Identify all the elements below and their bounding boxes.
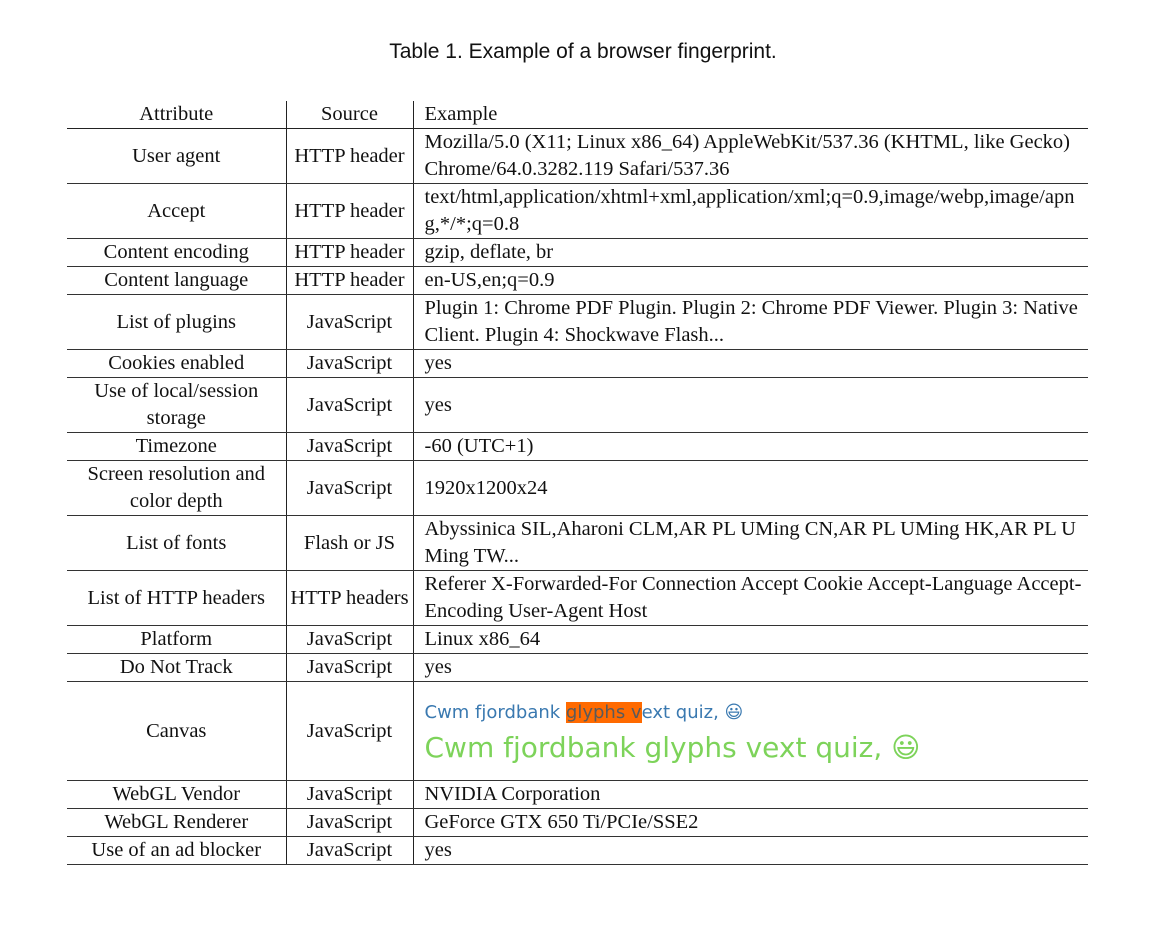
attribute-cell: List of plugins [67,294,287,350]
table-row: Use of local/session storage JavaScript ye… [67,377,1088,433]
attribute-cell: Do Not Track [67,653,287,682]
attribute-cell: Use of local/session storage [67,377,287,433]
attribute-cell: User agent [67,128,287,184]
table-row: Platform JavaScript Linux x86_64 [67,625,1088,654]
header-example: Example [413,101,1088,129]
source-cell: JavaScript [286,377,414,433]
fingerprint-table: Attribute Source Example User agent HTTP … [67,101,1088,865]
table-row: Content encoding HTTP header gzip, deflate… [67,238,1088,267]
canvas-text-small-end: ext quiz, 😃 [641,702,744,723]
table-row: WebGL Renderer JavaScript GeForce GTX 650 … [67,808,1088,837]
table-row: User agent HTTP header Mozilla/5.0 (X11; L… [67,128,1088,184]
table-row: List of HTTP headers HTTP headers Referer … [67,570,1088,626]
table-row: Use of an ad blocker JavaScript yes [67,836,1088,865]
table-row-canvas: Canvas JavaScript Cwm fjordbank glyphs v… [67,681,1088,781]
example-cell: Mozilla/5.0 (X11; Linux x86_64) AppleWeb… [413,128,1088,184]
table-row: Do Not Track JavaScript yes [67,653,1088,682]
example-cell: Abyssinica SIL,Aharoni CLM,AR PL UMing C… [413,515,1088,571]
source-cell: HTTP header [286,238,414,267]
table-row: Screen resolution and color depth JavaScr… [67,460,1088,516]
example-cell: NVIDIA Corporation [413,780,1088,809]
table-body: User agent HTTP header Mozilla/5.0 (X11; L… [67,128,1088,865]
source-cell: JavaScript [286,349,414,378]
example-cell: GeForce GTX 650 Ti/PCIe/SSE2 [413,808,1088,837]
example-cell: text/html,application/xhtml+xml,applicat… [413,183,1088,239]
header-source: Source [286,101,414,129]
source-cell: JavaScript [286,294,414,350]
source-cell: JavaScript [286,681,414,781]
example-cell: yes [413,377,1088,433]
attribute-cell: Timezone [67,432,287,461]
source-cell: JavaScript [286,432,414,461]
attribute-cell: List of HTTP headers [67,570,287,626]
table-row: WebGL Vendor JavaScript NVIDIA Corporation [67,780,1088,809]
example-cell: 1920x1200x24 [413,460,1088,516]
canvas-example-cell: Cwm fjordbank glyphs vext quiz, 😃 Cwm fj… [413,681,1088,781]
attribute-cell: List of fonts [67,515,287,571]
source-cell: JavaScript [286,653,414,682]
canvas-text-small-start: Cwm fjordbank [424,702,566,723]
table-caption: Table 1. Example of a browser fingerprin… [389,40,777,63]
attribute-cell: Platform [67,625,287,654]
attribute-cell: WebGL Renderer [67,808,287,837]
canvas-highlight: glyphs v [565,702,642,723]
attribute-cell: Use of an ad blocker [67,836,287,865]
attribute-cell: Canvas [67,681,287,781]
canvas-text-small: Cwm fjordbank glyphs vext quiz, 😃 [425,699,1087,726]
source-cell: HTTP header [286,128,414,184]
table-row: Cookies enabled JavaScript yes [67,349,1088,378]
attribute-cell: Screen resolution and color depth [67,460,287,516]
source-cell: JavaScript [286,460,414,516]
example-cell: Linux x86_64 [413,625,1088,654]
source-cell: JavaScript [286,836,414,865]
source-cell: JavaScript [286,625,414,654]
source-cell: HTTP headers [286,570,414,626]
attribute-cell: Content encoding [67,238,287,267]
example-cell: gzip, deflate, br [413,238,1088,267]
example-cell: en-US,en;q=0.9 [413,266,1088,295]
source-cell: JavaScript [286,808,414,837]
source-cell: JavaScript [286,780,414,809]
attribute-cell: Content language [67,266,287,295]
attribute-cell: WebGL Vendor [67,780,287,809]
header-attribute: Attribute [67,101,287,129]
source-cell: Flash or JS [286,515,414,571]
example-cell: Plugin 1: Chrome PDF Plugin. Plugin 2: C… [413,294,1088,350]
table-row: Timezone JavaScript -60 (UTC+1) [67,432,1088,461]
canvas-text-large: Cwm fjordbank glyphs vext quiz, 😃 [424,731,921,764]
table-row: Content language HTTP header en-US,en;q=0.… [67,266,1088,295]
header-row: Attribute Source Example [67,101,1088,129]
table-row: List of fonts Flash or JS Abyssinica SIL,A… [67,515,1088,571]
source-cell: HTTP header [286,183,414,239]
table-row: Accept HTTP header text/html,application/x… [67,183,1088,239]
attribute-cell: Accept [67,183,287,239]
example-cell: yes [413,349,1088,378]
example-cell: Referer X-Forwarded-For Connection Accep… [413,570,1088,626]
table-row: List of plugins JavaScript Plugin 1: Chrom… [67,294,1088,350]
source-cell: HTTP header [286,266,414,295]
example-cell: -60 (UTC+1) [413,432,1088,461]
attribute-cell: Cookies enabled [67,349,287,378]
example-cell: yes [413,836,1088,865]
example-cell: yes [413,653,1088,682]
